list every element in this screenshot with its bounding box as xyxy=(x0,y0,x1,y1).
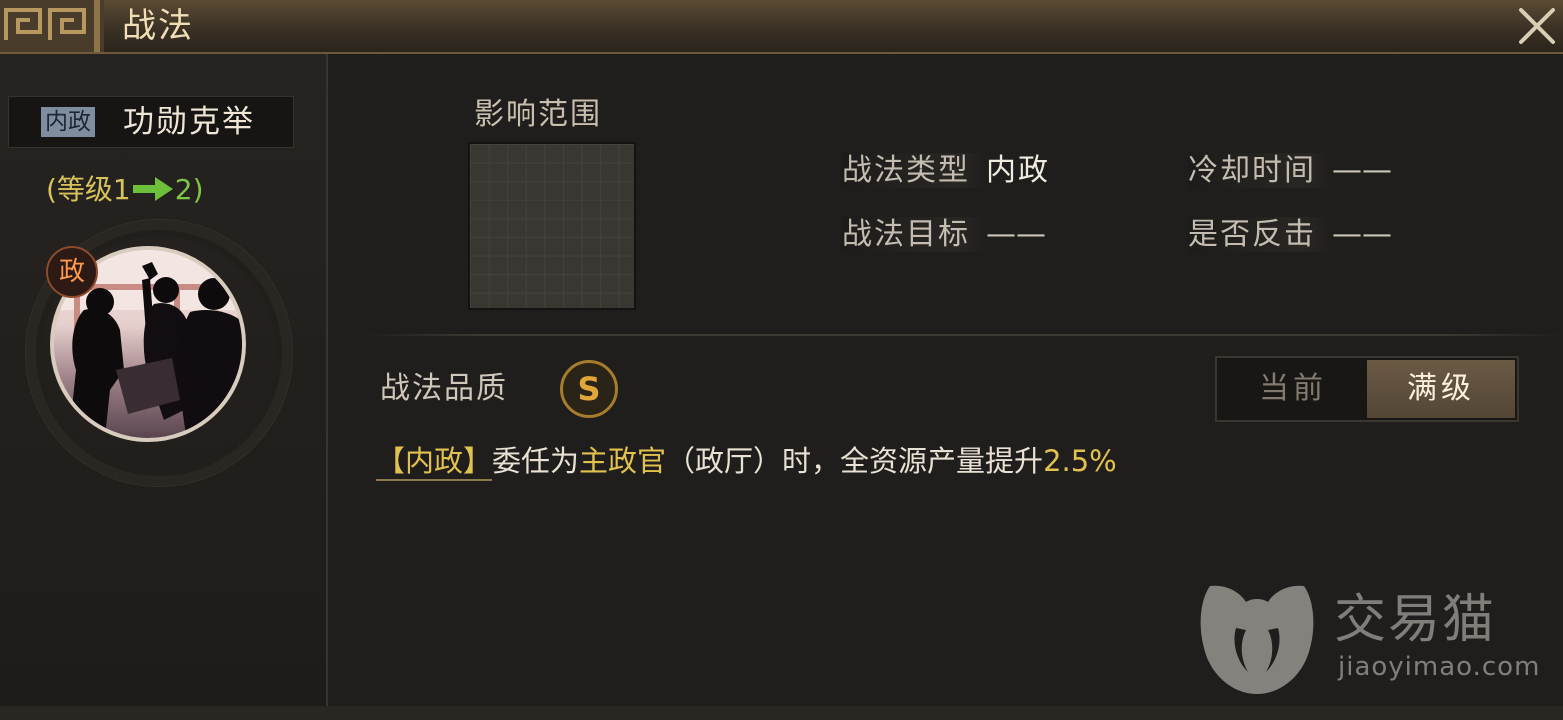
description-tag: 【内政】 xyxy=(376,444,493,481)
skill-name-box: 内政 功勋克举 xyxy=(8,96,294,148)
title-bar: 战法 xyxy=(0,0,1563,54)
quality-label: 战法品质 xyxy=(380,371,508,406)
skill-target-key: 战法目标 xyxy=(842,217,986,252)
skill-type-tag: 内政 xyxy=(41,107,95,137)
level-toggle: 当前 满级 xyxy=(1215,356,1519,422)
tab-current[interactable]: 当前 xyxy=(1219,360,1367,418)
skill-type-value: 内政 xyxy=(986,153,1050,188)
counterattack-value: —— xyxy=(1332,217,1392,252)
level-current: (等级1 xyxy=(46,173,131,206)
skill-description: 【内政】委任为主政官（政厅）时，全资源产量提升2.5% xyxy=(376,440,1117,482)
quality-grade-badge: S xyxy=(560,360,618,418)
watermark-url: jiaoyimao.com xyxy=(1338,652,1541,682)
skill-type-key: 战法类型 xyxy=(842,153,986,188)
cooldown-value: —— xyxy=(1332,153,1392,188)
arrow-right-icon xyxy=(132,177,173,201)
cooldown-key: 冷却时间 xyxy=(1188,153,1332,188)
level-upgrade-text: (等级1 2) xyxy=(46,170,204,210)
skill-target-value: —— xyxy=(986,217,1046,252)
description-text-2: （政厅）时，全资源产量提升 xyxy=(666,444,1044,478)
tab-max-level[interactable]: 满级 xyxy=(1367,360,1515,418)
fret-ornament-icon xyxy=(0,0,104,52)
watermark-cat-logo-icon xyxy=(1200,585,1314,694)
description-role: 主政官 xyxy=(579,444,667,478)
description-value: 2.5% xyxy=(1043,444,1117,478)
close-button[interactable] xyxy=(1515,4,1559,48)
watermark-name: 交易猫 xyxy=(1334,590,1497,650)
divider xyxy=(364,334,1563,336)
skill-name: 功勋克举 xyxy=(123,104,255,140)
close-icon xyxy=(1519,8,1555,44)
range-label: 影响范围 xyxy=(474,97,602,132)
politics-badge: 政 xyxy=(46,246,98,298)
counterattack-row: 是否反击 —— xyxy=(1188,214,1392,256)
level-new: 2) xyxy=(174,173,204,206)
bottom-strip xyxy=(0,706,1563,720)
skill-target-row: 战法目标 —— xyxy=(842,214,1046,256)
window-title: 战法 xyxy=(122,6,194,46)
counterattack-key: 是否反击 xyxy=(1188,217,1332,252)
skill-type-row: 战法类型 内政 xyxy=(842,150,1050,192)
range-grid xyxy=(468,142,636,310)
cooldown-row: 冷却时间 —— xyxy=(1188,150,1392,192)
description-text-1: 委任为 xyxy=(492,444,580,478)
